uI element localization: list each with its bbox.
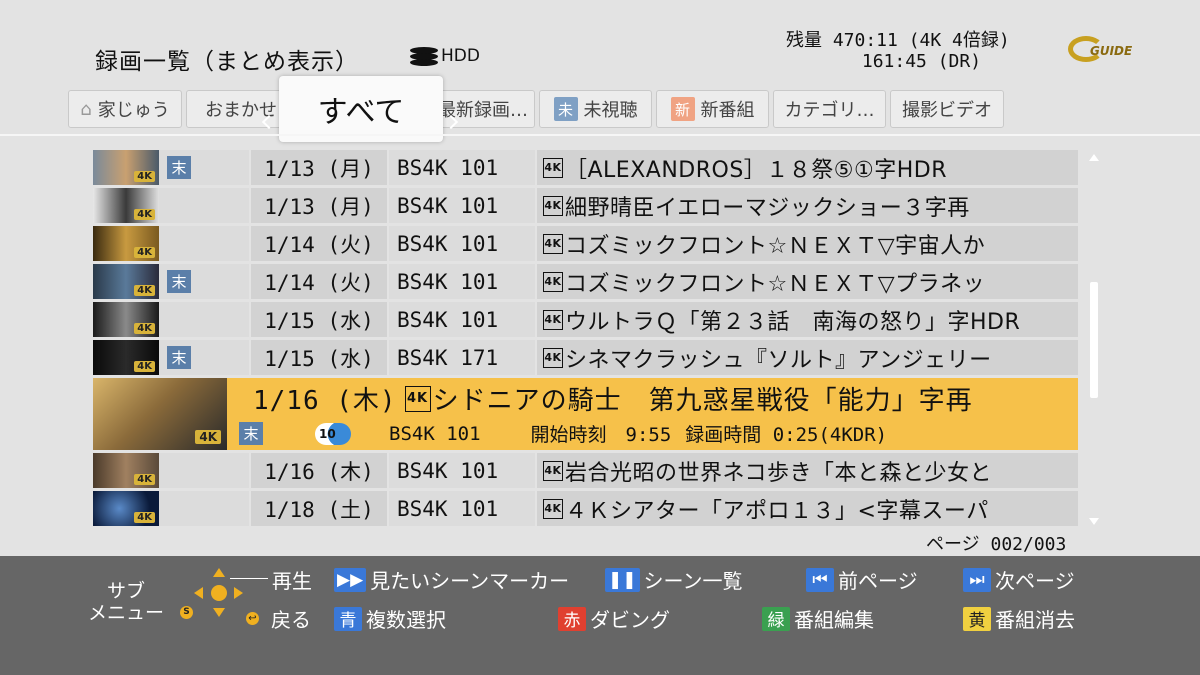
category-tabs: ⌂ 家じゅう おまかせ 最新録画… 未 未視聴 新 新番組 カテゴリ… 撮影ビデ… xyxy=(68,90,1018,128)
list-item[interactable]: 4K 末 1/14 (火) BS4K 101 4K コズミックフロント☆ＮＥＸＴ▽… xyxy=(93,264,1078,299)
thumbnail: 4K xyxy=(93,264,159,299)
next-page-hint: ⏭ 次ページ xyxy=(963,565,1075,594)
thumbnail: 4K xyxy=(93,340,159,375)
sub-menu-label: サブ メニュー xyxy=(88,580,165,624)
skip-10-icon: 10 xyxy=(315,422,351,445)
green-button-icon: 緑 xyxy=(762,606,790,631)
thumbnail: 4K xyxy=(93,302,159,337)
unwatched-badge: 末 xyxy=(167,270,191,293)
selected-channel: BS4K 101 xyxy=(389,422,481,445)
device-label: HDD xyxy=(441,46,480,66)
pause-icon: ❚❚ xyxy=(605,567,640,592)
remaining-capacity: 残量 470:11 (4K 4倍録) 161:45 (DR) xyxy=(786,30,1010,72)
tab-unwatched[interactable]: 未 未視聴 xyxy=(539,90,652,128)
unwatched-badge: 末 xyxy=(167,346,191,369)
new-badge: 新 xyxy=(670,97,695,121)
4k-mark-icon: 4K xyxy=(543,347,563,368)
4k-mark-icon: 4K xyxy=(404,385,431,412)
4k-mark-icon: 4K xyxy=(543,460,563,481)
thumbnail: 4K xyxy=(93,150,159,185)
thumbnail: 4K xyxy=(93,453,159,488)
scrollbar[interactable] xyxy=(1085,150,1103,525)
4k-mark-icon: 4K xyxy=(543,498,563,519)
selected-list-item[interactable]: 4K 1/16 (木) 4K シドニアの騎士 第九惑星戦役「能力」字再 末 10… xyxy=(93,378,1078,450)
hdd-icon xyxy=(410,47,438,66)
fast-forward-icon: ▶▶ xyxy=(334,567,367,592)
4k-mark-icon: 4K xyxy=(543,157,563,178)
scroll-up-icon[interactable] xyxy=(1089,154,1099,161)
thumbnail: 4K xyxy=(93,226,159,261)
g-guide-logo: GUIDE xyxy=(1068,36,1132,64)
back-icon: ↩ xyxy=(246,612,259,625)
unwatched-badge: 末 xyxy=(167,156,191,179)
tab-new-program[interactable]: 新 新番組 xyxy=(656,90,769,128)
list-item[interactable]: 4K 1/15 (水) BS4K 101 4K ウルトラＱ「第２３話 南海の怒り」… xyxy=(93,302,1078,337)
4k-mark-icon: 4K xyxy=(543,271,563,292)
prev-page-hint: ⏮ 前ページ xyxy=(806,565,918,594)
skip-forward-icon: ⏭ xyxy=(963,567,991,592)
scene-list-hint: ❚❚ シーン一覧 xyxy=(605,565,743,594)
4k-mark-icon: 4K xyxy=(543,309,563,330)
red-button-icon: 赤 xyxy=(558,606,586,631)
list-item[interactable]: 4K 1/16 (木) BS4K 101 4K 岩合光昭の世界ネコ歩き「本と森と少… xyxy=(93,453,1078,488)
unwatched-badge: 未 xyxy=(553,97,578,121)
unwatched-badge: 末 xyxy=(239,422,263,445)
s-button-icon: S xyxy=(180,606,193,619)
dpad-icon xyxy=(194,568,244,618)
recording-duration: 録画時間 0:25(4KDR) xyxy=(685,424,888,446)
selected-title: シドニアの騎士 第九惑星戦役「能力」字再 xyxy=(432,386,973,416)
start-time: 開始時刻 9:55 xyxy=(530,424,672,446)
thumbnail: 4K xyxy=(93,188,159,223)
divider xyxy=(0,134,1200,136)
yellow-button-icon: 黄 xyxy=(963,606,991,631)
selected-date: 1/16 (木) xyxy=(253,386,397,416)
scroll-down-icon[interactable] xyxy=(1089,518,1099,525)
house-icon: ⌂ xyxy=(80,98,92,120)
button-guide-bar: サブ メニュー S 再生 ↩ 戻る ▶▶ 見たいシーンマーカー ❚❚ シーン一覧 ⏮ 前… xyxy=(0,556,1200,675)
page-title: 録画一覧（まとめ表示） xyxy=(95,49,359,75)
tab-all-selected[interactable]: すべて xyxy=(279,76,443,142)
red-button-hint: 赤ダビング xyxy=(558,604,670,633)
tab-video[interactable]: 撮影ビデオ xyxy=(890,90,1004,128)
tab-household[interactable]: ⌂ 家じゅう xyxy=(68,90,182,128)
list-item[interactable]: 4K 1/13 (月) BS4K 101 4K 細野晴臣イエローマジックショー３字… xyxy=(93,188,1078,223)
blue-button-hint: 青複数選択 xyxy=(334,604,446,633)
list-item[interactable]: 4K 末 1/15 (水) BS4K 171 4K シネマクラッシュ『ソルト』アン… xyxy=(93,340,1078,375)
skip-back-icon: ⏮ xyxy=(806,567,834,592)
yellow-button-hint: 黄番組消去 xyxy=(963,604,1075,633)
4k-mark-icon: 4K xyxy=(543,195,563,216)
list-item[interactable]: 4K 末 1/13 (月) BS4K 101 4K ［ALEXANDROS］１８祭… xyxy=(93,150,1078,185)
blue-button-icon: 青 xyxy=(334,606,362,631)
tab-category[interactable]: カテゴリ… xyxy=(773,90,886,128)
thumbnail: 4K xyxy=(93,378,227,450)
device-indicator: HDD xyxy=(410,46,480,66)
green-button-hint: 緑番組編集 xyxy=(762,604,874,633)
scroll-thumb[interactable] xyxy=(1090,282,1098,398)
thumbnail: 4K xyxy=(93,491,159,526)
list-item[interactable]: 4K 1/14 (火) BS4K 101 4K コズミックフロント☆ＮＥＸＴ▽宇宙… xyxy=(93,226,1078,261)
scene-marker-hint: ▶▶ 見たいシーンマーカー xyxy=(334,565,569,594)
4k-mark-icon: 4K xyxy=(543,233,563,254)
play-hint: 再生 xyxy=(272,569,312,593)
back-hint: ↩ 戻る xyxy=(246,604,311,633)
list-item[interactable]: 4K 1/18 (土) BS4K 101 4K ４Ｋシアター「アポロ１３」<字幕ス… xyxy=(93,491,1078,526)
page-indicator: ページ 002/003 xyxy=(926,534,1067,555)
